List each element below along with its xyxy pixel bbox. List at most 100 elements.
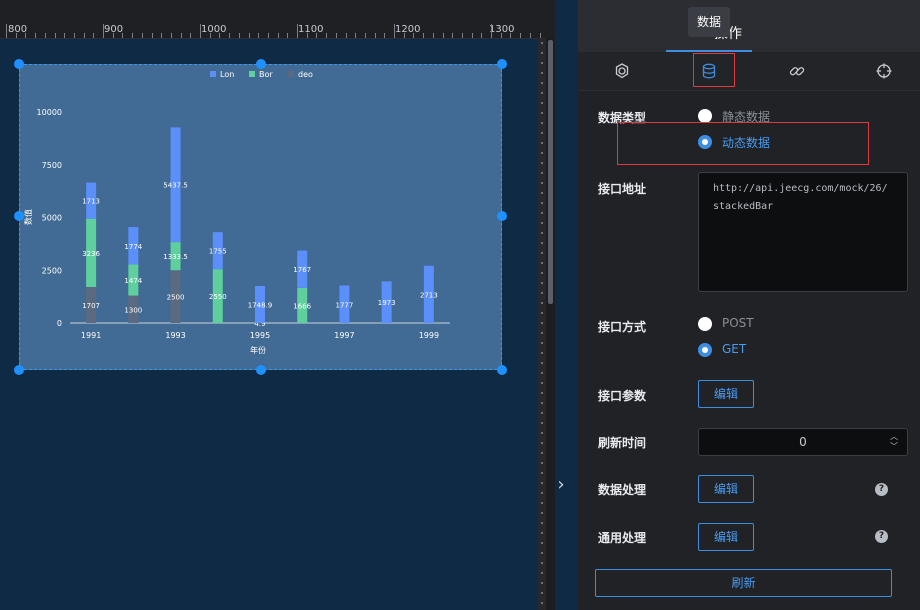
ruler-tick (541, 412, 543, 414)
help-icon[interactable]: ? (875, 530, 888, 543)
refresh-time-input[interactable]: 0 ︿ ﹀ (698, 428, 908, 456)
api-url-label: 接口地址 (598, 182, 647, 196)
resize-handle-right[interactable] (497, 211, 507, 221)
static-data-radio[interactable] (698, 109, 712, 123)
get-label[interactable]: GET (722, 342, 746, 356)
ruler-tick (541, 592, 543, 594)
ruler-tick (541, 122, 543, 124)
ruler-tick (541, 492, 543, 494)
stacked-bar-chart: 0 2500 5000 7500 10000 1707 3236 1713 1300 1474 17… (23, 70, 450, 355)
ruler-tick (541, 602, 543, 604)
legend-label: deo (298, 70, 313, 79)
resize-handle-top-left[interactable] (14, 59, 24, 69)
stepper-up-icon[interactable]: ︿ (889, 432, 899, 442)
ruler-tick (541, 382, 543, 384)
ruler-tick (541, 212, 543, 214)
bar-value-label: 1755 (209, 248, 227, 256)
ruler-tick (541, 552, 543, 554)
post-radio[interactable] (698, 317, 712, 331)
edit-data-process-button[interactable]: 编辑 (698, 475, 754, 503)
resize-handle-left[interactable] (14, 211, 24, 221)
resize-handle-top-right[interactable] (497, 59, 507, 69)
ruler-tick (541, 272, 543, 274)
ruler-tick (541, 72, 543, 74)
ruler-tick (541, 392, 543, 394)
stepper-down-icon[interactable]: ﹀ (889, 442, 899, 452)
ruler-tick (541, 362, 543, 364)
ruler-tick (541, 232, 543, 234)
bar-value-label: 1774 (124, 243, 142, 251)
ruler-tick (541, 342, 543, 344)
legend-swatch (288, 71, 294, 77)
ruler-tick (541, 162, 543, 164)
x-tick-label: 1993 (165, 331, 185, 340)
resize-handle-top[interactable] (256, 59, 266, 69)
bar-value-label: 5437.5 (163, 182, 188, 190)
refresh-time-value: 0 (799, 435, 807, 449)
ruler-tick (541, 572, 543, 574)
link-icon[interactable] (788, 62, 806, 80)
resize-handle-bottom[interactable] (256, 365, 266, 375)
ruler-tick (541, 242, 543, 244)
ruler-tick (541, 402, 543, 404)
ruler-tick (541, 582, 543, 584)
bar-value-label: 2713 (420, 291, 438, 299)
refresh-button[interactable]: 刷新 (595, 569, 892, 597)
help-icon[interactable]: ? (875, 483, 888, 496)
collapse-panel-icon[interactable]: › (555, 470, 567, 500)
get-radio[interactable] (698, 343, 712, 357)
x-tick-label: 1995 (250, 331, 270, 340)
ruler-tick (541, 82, 543, 84)
ruler-tick (541, 252, 543, 254)
ruler-tick (541, 202, 543, 204)
ruler-tick (541, 302, 543, 304)
number-stepper[interactable]: ︿ ﹀ (889, 432, 899, 452)
legend-label: Lon (220, 70, 234, 79)
scrollbar-thumb[interactable] (548, 40, 553, 304)
y-tick-label: 5000 (42, 214, 62, 223)
ruler-tick (541, 312, 543, 314)
ruler-tick (541, 172, 543, 174)
database-tab-highlight (693, 53, 735, 87)
ruler-tick (541, 62, 543, 64)
property-panel: 操作 数据 数据类型 静态数据 动态数据 接口地址 http:/ (578, 0, 920, 610)
panel-tabs: 操作 数据 (578, 0, 920, 52)
bar-value-label: 1333.5 (163, 253, 188, 261)
bar-value-label: 1777 (336, 301, 354, 309)
legend-label: Bor (259, 70, 273, 79)
ruler-tick (541, 132, 543, 134)
ruler-tick (541, 432, 543, 434)
ruler-tick (541, 462, 543, 464)
ruler-tick (541, 292, 543, 294)
ruler-tick (541, 92, 543, 94)
ruler-tick (541, 332, 543, 334)
gear-icon[interactable] (613, 62, 631, 80)
x-tick-label: 1991 (81, 331, 101, 340)
bar-value-label: 1973 (378, 299, 396, 307)
design-canvas[interactable]: 800 900 1000 1100 1200 1300 0 2500 5000 750… (0, 0, 555, 610)
y-tick-label: 7500 (42, 161, 62, 170)
ruler-tick (541, 522, 543, 524)
ruler-tick (541, 192, 543, 194)
api-params-label: 接口参数 (598, 389, 647, 403)
resize-handle-bottom-left[interactable] (14, 365, 24, 375)
crosshair-icon[interactable] (875, 62, 893, 80)
bar-value-label: 2550 (209, 293, 227, 301)
edit-params-button[interactable]: 编辑 (698, 380, 754, 408)
x-tick-label: 1997 (334, 331, 354, 340)
api-url-textarea[interactable]: http://api.jeecg.com/mock/26/stackedBar (698, 172, 908, 292)
legend-swatch (210, 71, 216, 77)
ruler-tick (541, 372, 543, 374)
resize-handle-bottom-right[interactable] (497, 365, 507, 375)
y-axis-title: 数值 (23, 209, 33, 225)
canvas-scrollbar[interactable] (546, 38, 555, 610)
ruler-tick (541, 42, 543, 44)
bar-value-label: 2500 (167, 294, 185, 302)
ruler-tick (541, 442, 543, 444)
y-tick-label: 10000 (37, 108, 62, 117)
legend-swatch (249, 71, 255, 77)
post-label[interactable]: POST (722, 316, 754, 330)
refresh-time-label: 刷新时间 (598, 436, 647, 450)
edit-common-process-button[interactable]: 编辑 (698, 523, 754, 551)
ruler-tick (541, 322, 543, 324)
